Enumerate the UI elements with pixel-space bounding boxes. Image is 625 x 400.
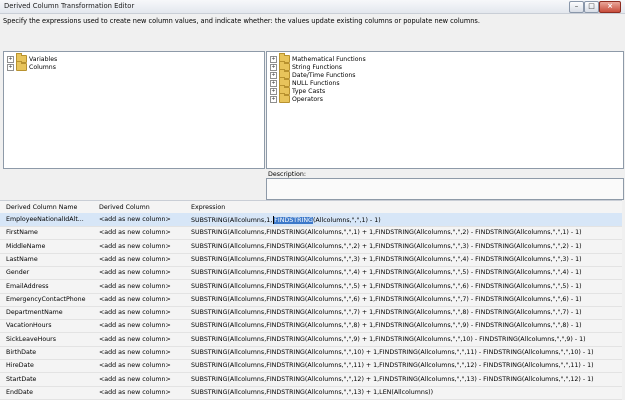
instruction-text: Specify the expressions used to create n… <box>3 17 480 25</box>
derived-column-dropdown[interactable]: <add as new column> <box>99 269 189 276</box>
derived-column-name-cell[interactable]: EmployeeNationalIdAlt... <box>6 216 94 223</box>
derived-column-name-cell[interactable]: DepartmentName <box>6 309 94 316</box>
tree-item-label: Columns <box>29 63 56 71</box>
table-row[interactable]: StartDate <add as new column> SUBSTRING(Al… <box>0 373 622 387</box>
expression-cell[interactable]: SUBSTRING(Allcolumns,FINDSTRING(Allcolum… <box>191 256 621 263</box>
window-title: Derived Column Transformation Editor <box>4 2 135 10</box>
table-row[interactable]: HireDate <add as new column> SUBSTRING(All… <box>0 359 622 374</box>
derived-column-dropdown[interactable]: <add as new column> <box>99 376 189 383</box>
expression-cell[interactable]: SUBSTRING(Allcolumns,FINDSTRING(Allcolum… <box>191 349 621 356</box>
tree-item-label: Date/Time Functions <box>292 71 356 79</box>
table-row[interactable]: LastName <add as new column> SUBSTRING(All… <box>0 253 622 267</box>
table-row[interactable]: EmailAddress <add as new column> SUBSTRING… <box>0 280 622 294</box>
folder-icon <box>279 93 290 103</box>
expression-cell[interactable]: SUBSTRING(Allcolumns,FINDSTRING(Allcolum… <box>191 229 621 236</box>
expression-cell[interactable]: SUBSTRING(Allcolumns,FINDSTRING(Allcolum… <box>191 389 621 396</box>
table-row[interactable]: BirthDate <add as new column> SUBSTRING(Al… <box>0 346 622 360</box>
derived-column-dropdown[interactable]: <add as new column> <box>99 229 189 236</box>
table-row[interactable]: EmergencyContactPhone <add as new column>… <box>0 293 622 307</box>
minimize-button[interactable]: – <box>569 1 584 13</box>
title-bar: Derived Column Transformation Editor – □… <box>0 0 625 14</box>
folder-icon <box>16 61 27 71</box>
expand-icon[interactable]: + <box>7 63 14 71</box>
derived-column-dropdown[interactable]: <add as new column> <box>99 349 189 356</box>
derived-column-name-cell[interactable]: HireDate <box>6 362 94 369</box>
derived-column-name-cell[interactable]: FirstName <box>6 229 94 236</box>
derived-column-dropdown[interactable]: <add as new column> <box>99 322 189 329</box>
variables-columns-tree[interactable]: + Variables + Columns <box>3 51 265 169</box>
derived-column-name-cell[interactable]: SickLeaveHours <box>6 336 94 343</box>
table-row[interactable]: Gender <add as new column> SUBSTRING(Allco… <box>0 266 622 281</box>
expression-cell[interactable]: SUBSTRING(Allcolumns,FINDSTRING(Allcolum… <box>191 296 621 303</box>
tree-item-operators[interactable]: + Operators <box>270 93 323 103</box>
derived-column-dropdown[interactable]: <add as new column> <box>99 362 189 369</box>
derived-column-dropdown[interactable]: <add as new column> <box>99 309 189 316</box>
derived-column-name-cell[interactable]: BirthDate <box>6 349 94 356</box>
tree-item-label: NULL Functions <box>292 79 340 87</box>
tree-item-label: Type Casts <box>292 87 326 95</box>
table-row[interactable]: MiddleName <add as new column> SUBSTRING(A… <box>0 240 622 254</box>
header-derived-column[interactable]: Derived Column <box>99 204 150 211</box>
derived-column-name-cell[interactable]: Gender <box>6 269 94 276</box>
derived-column-name-cell[interactable]: LastName <box>6 256 94 263</box>
derived-column-dropdown[interactable]: <add as new column> <box>99 216 189 223</box>
expression-cell[interactable]: SUBSTRING(Allcolumns,FINDSTRING(Allcolum… <box>191 243 621 250</box>
expand-icon[interactable]: + <box>270 79 277 87</box>
maximize-button[interactable]: □ <box>584 1 599 13</box>
close-button[interactable]: × <box>599 1 621 13</box>
tree-item-variables[interactable]: + Variables <box>7 53 58 63</box>
derived-column-name-cell[interactable]: VacationHours <box>6 322 94 329</box>
table-row[interactable]: DepartmentName <add as new column> SUBSTRI… <box>0 306 622 321</box>
expand-icon[interactable]: + <box>270 87 277 95</box>
selected-text[interactable]: FINDSTRING <box>274 217 313 224</box>
table-row[interactable]: EndDate <add as new column> SUBSTRING(Allc… <box>0 386 622 400</box>
description-label: Description: <box>268 171 306 178</box>
description-box <box>266 178 624 200</box>
derived-column-dropdown[interactable]: <add as new column> <box>99 256 189 263</box>
expand-icon[interactable]: + <box>270 95 277 103</box>
functions-tree[interactable]: + Mathematical Functions + String Functi… <box>266 51 624 169</box>
derived-column-dropdown[interactable]: <add as new column> <box>99 243 189 250</box>
expression-cell[interactable]: SUBSTRING(Allcolumns,FINDSTRING(Allcolum… <box>191 309 621 316</box>
derived-column-dropdown[interactable]: <add as new column> <box>99 283 189 290</box>
expand-icon[interactable]: + <box>270 71 277 79</box>
derived-column-name-cell[interactable]: EndDate <box>6 389 94 396</box>
derived-column-name-cell[interactable]: StartDate <box>6 376 94 383</box>
expression-cell[interactable]: SUBSTRING(Allcolumns,FINDSTRING(Allcolum… <box>191 376 621 383</box>
expression-cell[interactable]: SUBSTRING(Allcolumns,FINDSTRING(Allcolum… <box>191 283 621 290</box>
table-row[interactable]: FirstName <add as new column> SUBSTRING(Al… <box>0 226 622 241</box>
derived-column-dropdown[interactable]: <add as new column> <box>99 336 189 343</box>
table-row[interactable]: SickLeaveHours <add as new column> SUBSTRI… <box>0 333 622 347</box>
tree-item-label: Mathematical Functions <box>292 55 366 63</box>
expression-cell[interactable]: SUBSTRING(Allcolumns,FINDSTRING(Allcolum… <box>191 269 621 276</box>
expression-cell[interactable]: SUBSTRING(Allcolumns,1, FINDSTRING(Allcol… <box>191 216 621 224</box>
table-row[interactable]: VacationHours <add as new column> SUBSTRIN… <box>0 319 622 334</box>
expression-cell[interactable]: SUBSTRING(Allcolumns,FINDSTRING(Allcolum… <box>191 336 621 343</box>
table-row[interactable]: EmployeeNationalIdAlt... <add as new colu… <box>0 213 622 227</box>
expand-icon[interactable]: + <box>270 55 277 63</box>
expand-icon[interactable]: + <box>7 55 14 63</box>
header-expression[interactable]: Expression <box>191 204 225 211</box>
derived-column-name-cell[interactable]: EmergencyContactPhone <box>6 296 94 303</box>
expression-cell[interactable]: SUBSTRING(Allcolumns,FINDSTRING(Allcolum… <box>191 362 621 369</box>
expression-cell[interactable]: SUBSTRING(Allcolumns,FINDSTRING(Allcolum… <box>191 322 621 329</box>
tree-item-label: String Functions <box>292 63 342 71</box>
header-derived-column-name[interactable]: Derived Column Name <box>6 204 77 211</box>
tree-item-columns[interactable]: + Columns <box>7 61 56 71</box>
derived-column-name-cell[interactable]: EmailAddress <box>6 283 94 290</box>
derived-column-dropdown[interactable]: <add as new column> <box>99 389 189 396</box>
expand-icon[interactable]: + <box>270 63 277 71</box>
derived-column-name-cell[interactable]: MiddleName <box>6 243 94 250</box>
derived-column-dropdown[interactable]: <add as new column> <box>99 296 189 303</box>
tree-item-label: Operators <box>292 95 323 103</box>
tree-item-label: Variables <box>29 55 58 63</box>
